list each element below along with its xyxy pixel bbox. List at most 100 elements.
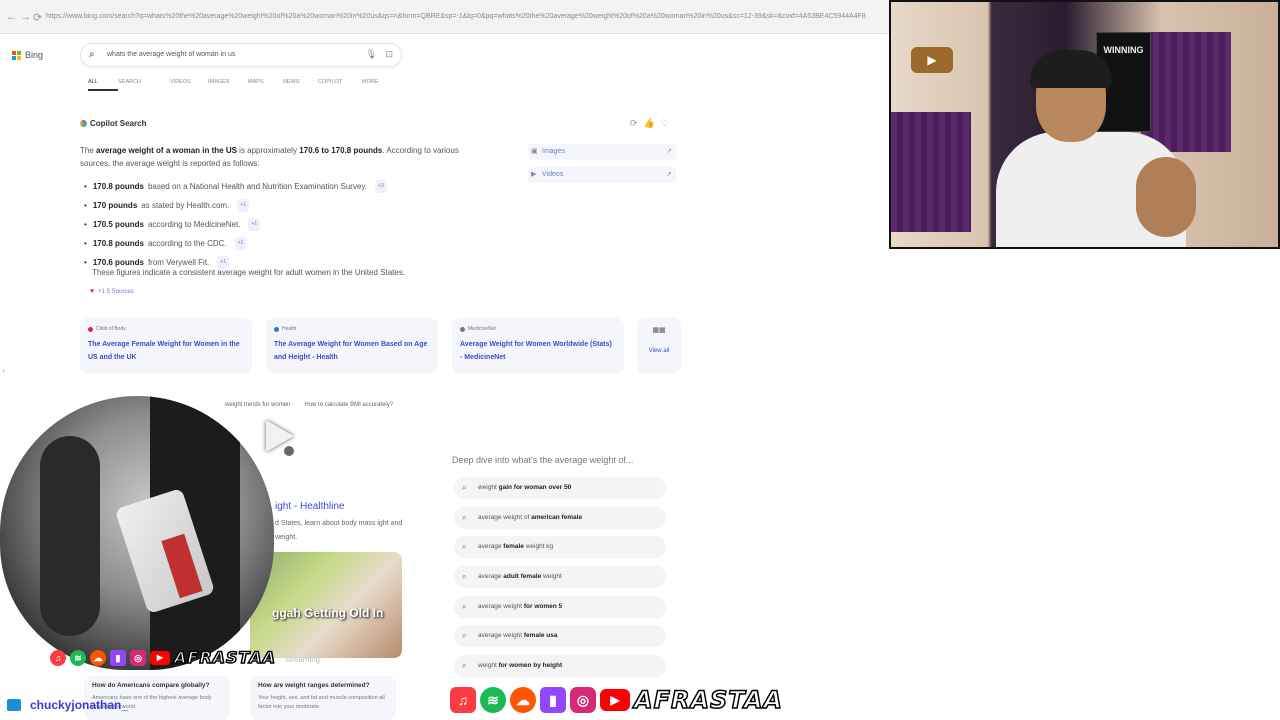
images-button[interactable]: ▣ Images ↗ [528, 144, 676, 160]
citation-badge[interactable]: +1 [237, 199, 250, 212]
related-bold: american female [531, 514, 583, 521]
tab-all[interactable]: ALL [88, 77, 118, 91]
related-search[interactable]: ⌕ weight gain for woman over 50 [454, 477, 666, 499]
search-icon: ⌕ [89, 49, 95, 60]
search-input[interactable]: ⌕ whats the average weight of woman in u… [80, 43, 402, 67]
source-card[interactable]: Child of Body The Average Female Weight … [80, 318, 252, 374]
view-all-card[interactable]: ▦▦ View all [637, 318, 681, 374]
copilot-title: Copilot Search [90, 119, 147, 128]
brand-logo-small: AFRASTAA [173, 647, 276, 668]
tab-search[interactable]: SEARCH [118, 77, 170, 91]
expand-icon: ↗ [666, 171, 672, 178]
social-bar-small: ♫ ≋ ☁ ▮ ◎ ▶ AFRASTAA [50, 647, 276, 668]
search-icon: ⌕ [462, 661, 467, 670]
reload-button[interactable]: ⟳ [33, 11, 42, 24]
dark-object [40, 436, 100, 636]
answer-bullets: 170.8 poundsbased on a National Health a… [84, 177, 464, 272]
card-source: MedicineNet [460, 326, 616, 332]
related-text: average weight of [478, 514, 532, 521]
related-text: average [478, 573, 504, 580]
result-thumbnail[interactable]: ggah Getting Old In [250, 552, 402, 658]
back-button[interactable]: ← [6, 11, 17, 23]
card-title: Average Weight for Women Worldwide (Stat… [460, 341, 612, 361]
list-item: 170.5 poundsaccording to MedicineNet. +1 [84, 215, 464, 234]
related-search[interactable]: ⌕ average adult female weight [454, 566, 666, 588]
card-source-name: MedicineNet [468, 326, 496, 332]
citation-badge[interactable]: +1 [248, 218, 261, 231]
feedback-icon[interactable]: ♡ [661, 118, 669, 129]
card-title: The Average Female Weight for Women in t… [88, 341, 240, 361]
video-icon: ▶ [531, 171, 537, 178]
twitch-icon: ▮ [110, 649, 126, 666]
search-tabs: ALL SEARCH VIDEOS IMAGES MAPS NEWS COPIL… [88, 77, 392, 91]
visual-search-icon[interactable]: ⊡ [385, 49, 393, 60]
related-text: weight kg [523, 543, 554, 550]
question-title: How do Americans compare globally? [92, 682, 210, 689]
related-search[interactable]: ⌕ average weight female usa [454, 625, 666, 647]
related-search[interactable]: ⌕ weight for women by height [454, 655, 666, 677]
bullet-text: according to MedicineNet. [147, 220, 241, 229]
bing-logo[interactable]: Bing [12, 50, 43, 60]
related-bold: adult female [503, 573, 542, 580]
related-text: average weight [478, 603, 524, 610]
tab-more[interactable]: MORE [362, 77, 392, 91]
faded-text: streaming [285, 655, 321, 664]
question-answer: Your height, sex, and fat and muscle com… [258, 695, 385, 710]
bullet-text: according to the CDC. [147, 239, 227, 248]
bullet-text: based on a National Health and Nutrition… [147, 182, 368, 191]
secondary-webcam [0, 396, 274, 670]
grid-icon: ▦▦ [652, 327, 666, 334]
microsoft-logo-icon [12, 50, 21, 60]
soundcloud-icon: ☁ [90, 649, 106, 666]
expand-icon: ↗ [666, 148, 672, 155]
streamer [996, 50, 1196, 247]
videos-button[interactable]: ▶ Videos ↗ [528, 167, 676, 183]
bullet-value: 170.8 pounds [92, 182, 144, 191]
sources-toggle[interactable]: ♥ +1 5 Sources [90, 288, 134, 295]
search-icon: ⌕ [462, 572, 467, 581]
tab-copilot[interactable]: COPILOT [318, 77, 362, 91]
bullet-text: as stated by Health.com. [141, 201, 230, 210]
copy-icon[interactable]: ⟳ [630, 118, 638, 129]
source-card[interactable]: Health The Average Weight for Women Base… [266, 318, 438, 374]
suggestion-chips: weight trends for women How to calculate… [225, 402, 393, 408]
suggestion-chip[interactable]: How to calculate BMI accurately? [304, 402, 393, 408]
related-text: weight [478, 484, 499, 491]
card-source: Child of Body [88, 326, 244, 332]
social-bar: ♫ ≋ ☁ ▮ ◎ ▶ AFRASTAA [450, 685, 783, 715]
answer-bold: average weight of a woman in the US [96, 146, 237, 155]
tab-videos[interactable]: VIDEOS [170, 77, 208, 91]
result-title-link[interactable]: ight - Healthline [275, 501, 344, 512]
related-search[interactable]: ⌕ average female weight kg [454, 536, 666, 558]
tab-images[interactable]: IMAGES [208, 77, 248, 91]
answer-text: The [80, 146, 97, 155]
images-label: Images [542, 148, 565, 155]
related-text: weight [478, 662, 499, 669]
copilot-heading: Copilot Search [80, 119, 146, 128]
streamer-cap [1030, 50, 1112, 88]
related-bold: for women 5 [523, 603, 563, 610]
thumbs-up-icon[interactable]: 👍 [644, 118, 655, 129]
image-icon: ▣ [531, 148, 538, 155]
spotify-icon: ≋ [480, 687, 506, 713]
address-bar[interactable]: https://www.bing.com/search?q=whats%20th… [46, 9, 882, 25]
tab-news[interactable]: NEWS [283, 77, 318, 91]
question-card[interactable]: How are weight ranges determined? Your h… [250, 676, 396, 720]
heart-icon: ♥ [90, 288, 95, 295]
source-card[interactable]: MedicineNet Average Weight for Women Wor… [452, 318, 624, 374]
forward-button[interactable]: → [20, 11, 31, 23]
list-item: 170.8 poundsaccording to the CDC. +1 [84, 234, 464, 253]
favicon-icon [274, 326, 279, 332]
tab-maps[interactable]: MAPS [248, 77, 283, 91]
instagram-icon: ◎ [130, 649, 146, 666]
related-bold: female [503, 543, 524, 550]
search-value: whats the average weight of woman in us [107, 51, 236, 58]
related-search[interactable]: ⌕ average weight for women 5 [454, 596, 666, 618]
citation-badge[interactable]: +3 [375, 180, 387, 193]
microphone-icon[interactable]: 🎙 [366, 49, 377, 60]
soundcloud-icon: ☁ [510, 687, 536, 713]
citation-badge[interactable]: +1 [234, 237, 247, 250]
related-search[interactable]: ⌕ average weight of american female [454, 507, 666, 529]
bullet-value: 170.5 pounds [92, 220, 144, 229]
chat-platform-icon [7, 699, 21, 711]
